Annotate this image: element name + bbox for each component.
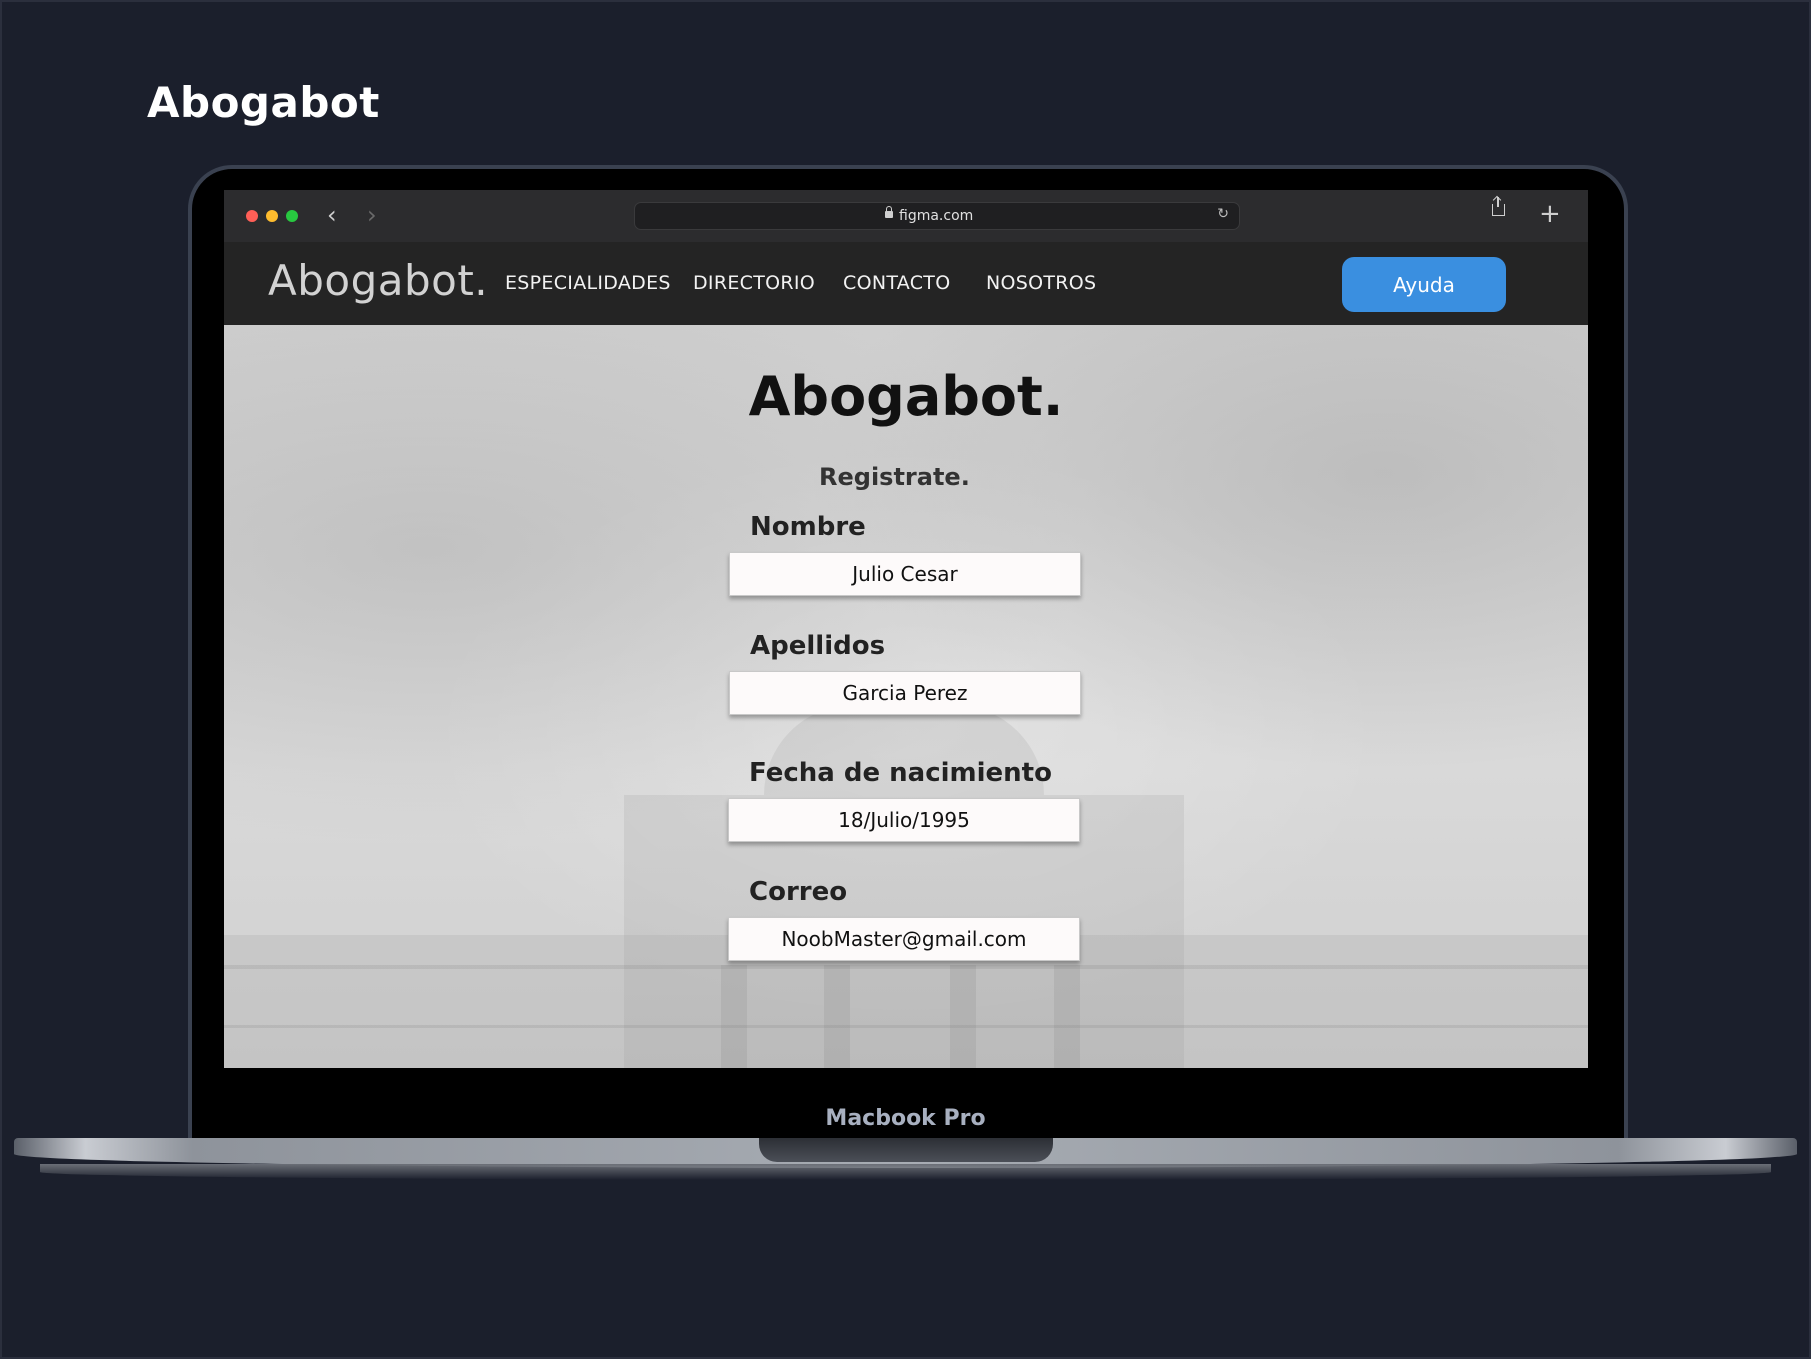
form-subtitle: Registrate. bbox=[819, 463, 970, 491]
page-title: Abogabot bbox=[147, 78, 380, 127]
site-logo[interactable]: Abogabot. bbox=[268, 256, 488, 305]
form-heading: Abogabot. bbox=[748, 365, 1064, 428]
reload-icon[interactable]: ↻ bbox=[1217, 206, 1229, 222]
address-bar[interactable]: figma.com ↻ bbox=[634, 202, 1240, 230]
url-text: figma.com bbox=[899, 208, 974, 224]
share-icon[interactable] bbox=[1492, 197, 1505, 216]
building-cornice bbox=[224, 965, 1588, 969]
label-fecha-nacimiento: Fecha de nacimiento bbox=[749, 758, 1052, 788]
registration-content: Abogabot. Registrate. Nombre Apellidos F… bbox=[224, 325, 1588, 1068]
close-window-button[interactable] bbox=[246, 210, 258, 222]
nav-directorio[interactable]: DIRECTORIO bbox=[693, 272, 815, 294]
building-column bbox=[1054, 965, 1080, 1068]
nav-contacto[interactable]: CONTACTO bbox=[843, 272, 950, 294]
site-header: Abogabot. ESPECIALIDADES DIRECTORIO CONT… bbox=[224, 242, 1588, 325]
back-arrow-icon[interactable]: ‹ bbox=[327, 202, 337, 228]
building-column bbox=[950, 965, 976, 1068]
nav-especialidades[interactable]: ESPECIALIDADES bbox=[505, 272, 671, 294]
nav-nosotros[interactable]: NOSOTROS bbox=[986, 272, 1096, 294]
help-button[interactable]: Ayuda bbox=[1342, 257, 1506, 312]
minimize-window-button[interactable] bbox=[266, 210, 278, 222]
building-column bbox=[824, 965, 850, 1068]
forward-arrow-icon[interactable]: › bbox=[367, 202, 377, 228]
building-ledge bbox=[224, 1025, 1588, 1028]
plus-icon[interactable]: + bbox=[1539, 200, 1561, 228]
correo-input[interactable] bbox=[728, 917, 1080, 961]
label-apellidos: Apellidos bbox=[750, 631, 886, 661]
apellidos-input[interactable] bbox=[729, 671, 1081, 715]
laptop-screen: ‹ › figma.com ↻ + Abogabot. ESPECIALIDAD… bbox=[224, 190, 1588, 1068]
browser-toolbar: ‹ › figma.com ↻ + bbox=[224, 190, 1588, 243]
lock-icon bbox=[885, 206, 893, 218]
building-column bbox=[721, 965, 747, 1068]
laptop-notch bbox=[759, 1138, 1053, 1162]
label-nombre: Nombre bbox=[750, 512, 866, 542]
label-correo: Correo bbox=[749, 877, 848, 907]
laptop-base-shadow bbox=[40, 1164, 1771, 1180]
nombre-input[interactable] bbox=[729, 552, 1081, 596]
maximize-window-button[interactable] bbox=[286, 210, 298, 222]
fecha-nacimiento-input[interactable] bbox=[728, 798, 1080, 842]
device-label: Macbook Pro bbox=[825, 1106, 986, 1131]
